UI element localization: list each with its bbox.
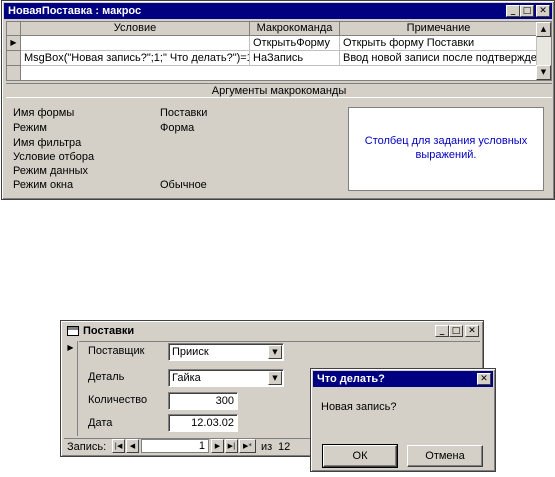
hint-panel: Столбец для задания условных выражений. [348,107,544,191]
arg-label-form-name: Имя формы [13,107,75,119]
supplier-combo[interactable]: Прииск ▼ [168,343,284,361]
args-header: Аргументы макрокоманды [6,83,552,98]
of-label: из [261,441,273,453]
arg-label-filter: Имя фильтра [13,137,82,149]
first-record-icon[interactable]: |◀ [112,439,125,453]
action-cell[interactable]: НаЗапись [250,51,340,66]
macro-window: НоваяПоставка : макрос _ □ ✕ Условие Мак… [1,0,555,200]
record-pointer-icon: ▶ [67,343,74,352]
next-record-icon[interactable]: ▶ [211,439,224,453]
date-label: Дата [88,417,113,429]
record-pointer-icon: ▶ [10,38,17,47]
form-titlebar[interactable]: Поставки _ □ ✕ [63,323,481,339]
row-selector[interactable] [7,66,21,80]
minimize-icon[interactable]: _ [435,325,449,337]
close-icon[interactable]: ✕ [465,325,479,337]
chevron-down-icon[interactable]: ▼ [268,371,282,385]
dialog-titlebar[interactable]: Что делать? ✕ [313,371,493,387]
column-header-condition[interactable]: Условие [21,22,250,36]
arg-value-mode[interactable]: Форма [160,122,194,134]
note-cell[interactable]: Ввод новой записи после подтверждения [340,51,538,66]
form-icon [67,326,79,336]
note-cell[interactable]: Открыть форму Поставки [340,36,538,51]
macro-titlebar[interactable]: НоваяПоставка : макрос _ □ ✕ [4,3,552,19]
column-header-action[interactable]: Макрокоманда [250,22,340,36]
record-selector[interactable]: ▶ [64,341,78,436]
quantity-label: Количество [88,394,148,406]
part-label: Деталь [88,371,125,383]
date-field[interactable]: 12.03.02 [168,414,238,432]
arg-value-form-name[interactable]: Поставки [160,107,207,119]
scroll-up-icon[interactable]: ▲ [536,22,551,37]
close-icon[interactable]: ✕ [536,5,550,17]
dialog-title: Что делать? [317,373,385,385]
arg-label-where: Условие отбора [13,151,95,163]
arg-value-window-mode[interactable]: Обычное [160,179,207,191]
total-records: 12 [278,441,291,453]
condition-cell[interactable]: MsgBox("Новая запись?";1;" Что делать?")… [21,51,250,66]
close-icon[interactable]: ✕ [477,373,491,385]
row-selector[interactable] [7,51,21,66]
supplier-value: Прииск [172,346,209,358]
new-record-icon[interactable]: ▶* [239,439,256,453]
form-title: Поставки [83,325,135,337]
dialog-message: Новая запись? [321,401,397,413]
cancel-button[interactable]: Отмена [407,445,483,467]
arg-label-data-mode: Режим данных [13,165,89,177]
arg-label-mode: Режим [13,122,47,134]
action-cell[interactable]: ОткрытьФорму [250,36,340,51]
grid-corner [7,22,21,36]
record-number-input[interactable]: 1 [141,439,209,453]
chevron-down-icon[interactable]: ▼ [268,345,282,359]
macro-grid: Условие Макрокоманда Примечание ▶ Открыт… [6,21,552,81]
quantity-field[interactable]: 300 [168,392,238,410]
vertical-scrollbar[interactable]: ▲ ▼ [536,22,551,80]
part-combo[interactable]: Гайка ▼ [168,369,284,387]
prev-record-icon[interactable]: ◀ [126,439,139,453]
row-selector[interactable]: ▶ [7,36,21,51]
macro-title: НоваяПоставка : макрос [8,5,142,17]
message-dialog: Что делать? ✕ Новая запись? ОК Отмена [310,368,496,472]
arg-label-window-mode: Режим окна [13,179,74,191]
maximize-icon[interactable]: □ [520,5,534,17]
minimize-icon[interactable]: _ [506,5,520,17]
ok-button[interactable]: ОК [322,444,398,468]
record-label: Запись: [67,441,107,453]
scroll-down-icon[interactable]: ▼ [536,65,551,80]
condition-cell[interactable] [21,36,250,51]
maximize-icon[interactable]: □ [449,325,463,337]
column-header-note[interactable]: Примечание [340,22,538,36]
supplier-label: Поставщик [88,345,145,357]
last-record-icon[interactable]: ▶| [225,439,238,453]
part-value: Гайка [172,372,201,384]
